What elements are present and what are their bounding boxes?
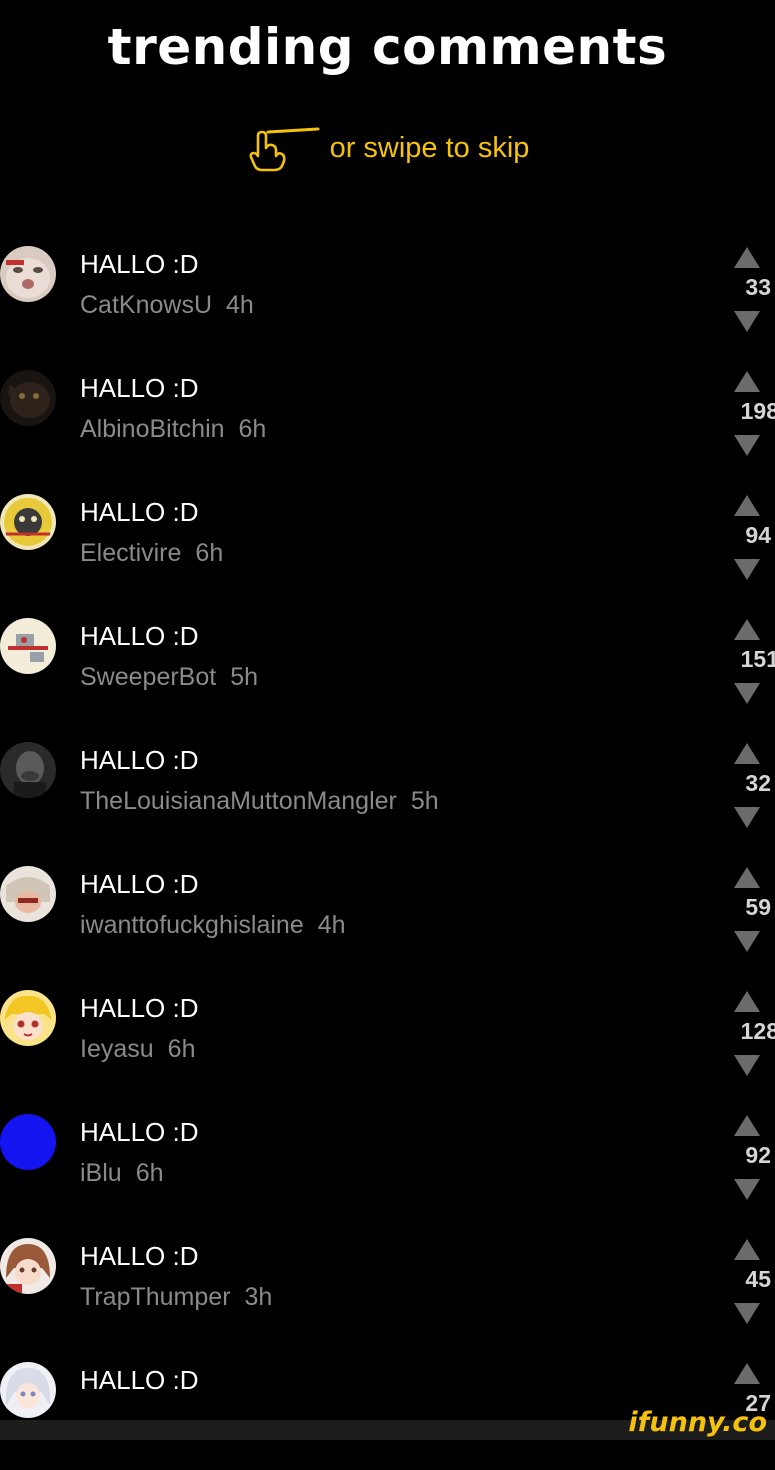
comment-username[interactable]: iwanttofuckghislaine	[80, 911, 304, 939]
comment-meta: iBlu 6h	[80, 1159, 164, 1188]
comment-time: 5h	[410, 787, 439, 815]
cat-face-avatar-icon[interactable]	[0, 246, 56, 302]
comment-username[interactable]: SweeperBot	[80, 663, 216, 691]
electivire-avatar-icon[interactable]	[0, 494, 56, 550]
downvote-arrow-icon[interactable]	[734, 807, 760, 828]
comment-time: 6h	[167, 1035, 196, 1063]
comment-row[interactable]: HALLO :D iBlu 6h 92	[0, 1098, 775, 1222]
upvote-arrow-icon[interactable]	[734, 371, 760, 392]
comment-row[interactable]: HALLO :D CatKnowsU 4h 33	[0, 230, 775, 354]
vote-score: 94	[745, 522, 771, 548]
comment-time: 4h	[317, 911, 346, 939]
downvote-arrow-icon[interactable]	[734, 311, 760, 332]
comment-meta: AlbinoBitchin 6h	[80, 415, 266, 444]
vote-control: 94	[721, 490, 775, 590]
comment-row[interactable]: HALLO :D TheLouisianaMuttonMangler 5h 32	[0, 726, 775, 850]
downvote-arrow-icon[interactable]	[734, 559, 760, 580]
comment-username[interactable]: TrapThumper	[80, 1283, 231, 1311]
anime-girl-brown-hair-avatar-icon[interactable]	[0, 1238, 56, 1294]
comment-list: HALLO :D CatKnowsU 4h 33 HALLO :D AlbinoB…	[0, 230, 775, 1470]
comment-text: HALLO :D	[80, 249, 199, 279]
comment-username[interactable]: Electivire	[80, 539, 181, 567]
vote-control: 151	[721, 614, 775, 714]
comment-time: 4h	[226, 291, 254, 319]
vote-score: 198	[740, 398, 775, 424]
comment-text: HALLO :D	[80, 745, 199, 775]
comment-meta: TrapThumper 3h	[80, 1283, 272, 1312]
downvote-arrow-icon[interactable]	[734, 435, 760, 456]
comment-text: HALLO :D	[80, 1365, 199, 1395]
comment-meta: SweeperBot 5h	[80, 663, 258, 692]
vote-score: 92	[745, 1142, 771, 1168]
comment-text: HALLO :D	[80, 869, 199, 899]
upvote-arrow-icon[interactable]	[734, 1363, 760, 1384]
anime-girl-white-hair-avatar-icon[interactable]	[0, 1362, 56, 1418]
swipe-hand-icon	[249, 127, 320, 172]
comment-time: 3h	[244, 1283, 273, 1311]
swipe-hint: or swipe to skip	[0, 124, 775, 172]
comment-username[interactable]: iBlu	[80, 1159, 122, 1187]
downvote-arrow-icon[interactable]	[734, 931, 760, 952]
vote-control: 45	[721, 1234, 775, 1334]
dark-cat-avatar-icon[interactable]	[0, 370, 56, 426]
downvote-arrow-icon[interactable]	[734, 1055, 760, 1076]
comment-row[interactable]: HALLO :D iwanttofuckghislaine 4h 59	[0, 850, 775, 974]
blue-circle-avatar-icon[interactable]	[0, 1114, 56, 1170]
comment-username[interactable]: TheLouisianaMuttonMangler	[80, 787, 397, 815]
comment-row[interactable]: HALLO :D Electivire 6h 94	[0, 478, 775, 602]
comment-meta: iwanttofuckghislaine 4h	[80, 911, 346, 940]
vote-control: 33	[721, 242, 775, 342]
robot-avatar-icon[interactable]	[0, 618, 56, 674]
comment-time: 5h	[230, 663, 259, 691]
man-portrait-avatar-icon[interactable]	[0, 742, 56, 798]
vote-score: 128	[740, 1018, 775, 1044]
vote-score: 32	[745, 770, 771, 796]
comment-text: HALLO :D	[80, 993, 199, 1023]
comment-username[interactable]: Ieyasu	[80, 1035, 154, 1063]
vote-score: 45	[745, 1266, 771, 1292]
comment-text: HALLO :D	[80, 373, 199, 403]
vote-control: 128	[721, 986, 775, 1086]
page-title: trending comments	[107, 18, 668, 76]
comment-row[interactable]: HALLO :D AlbinoBitchin 6h 198	[0, 354, 775, 478]
comment-meta: Electivire 6h	[80, 539, 223, 568]
swipe-hint-text: or swipe to skip	[329, 131, 530, 164]
upvote-arrow-icon[interactable]	[734, 495, 760, 516]
comment-meta: TheLouisianaMuttonMangler 5h	[80, 787, 439, 816]
comment-time: 6h	[238, 415, 267, 443]
upvote-arrow-icon[interactable]	[734, 619, 760, 640]
vote-control: 59	[721, 862, 775, 962]
upvote-arrow-icon[interactable]	[734, 1239, 760, 1260]
upvote-arrow-icon[interactable]	[734, 247, 760, 268]
downvote-arrow-icon[interactable]	[734, 1179, 760, 1200]
comment-meta: CatKnowsU 4h	[80, 291, 254, 320]
vote-control: 92	[721, 1110, 775, 1210]
comment-row[interactable]: HALLO :D TrapThumper 3h 45	[0, 1222, 775, 1346]
comment-time: 6h	[195, 539, 224, 567]
upvote-arrow-icon[interactable]	[734, 867, 760, 888]
comment-username[interactable]: AlbinoBitchin	[80, 415, 225, 443]
vote-score: 59	[745, 894, 771, 920]
anime-girl-blonde-avatar-icon[interactable]	[0, 990, 56, 1046]
comment-username[interactable]: CatKnowsU	[80, 291, 212, 319]
comment-text: HALLO :D	[80, 1241, 199, 1271]
comment-time: 6h	[135, 1159, 164, 1187]
vote-control: 32	[721, 738, 775, 838]
upvote-arrow-icon[interactable]	[734, 991, 760, 1012]
downvote-arrow-icon[interactable]	[734, 1303, 760, 1324]
vote-score: 33	[745, 274, 771, 300]
anime-character-avatar-icon[interactable]	[0, 866, 56, 922]
upvote-arrow-icon[interactable]	[734, 1115, 760, 1136]
downvote-arrow-icon[interactable]	[734, 683, 760, 704]
brand-watermark: ifunny.co	[628, 1407, 767, 1438]
comment-row[interactable]: HALLO :D SweeperBot 5h 151	[0, 602, 775, 726]
vote-control: 198	[721, 366, 775, 466]
comment-text: HALLO :D	[80, 497, 199, 527]
comment-text: HALLO :D	[80, 621, 199, 651]
comment-meta: Ieyasu 6h	[80, 1035, 195, 1064]
vote-score: 151	[740, 646, 775, 672]
comment-text: HALLO :D	[80, 1117, 199, 1147]
upvote-arrow-icon[interactable]	[734, 743, 760, 764]
comment-row[interactable]: HALLO :D Ieyasu 6h 128	[0, 974, 775, 1098]
